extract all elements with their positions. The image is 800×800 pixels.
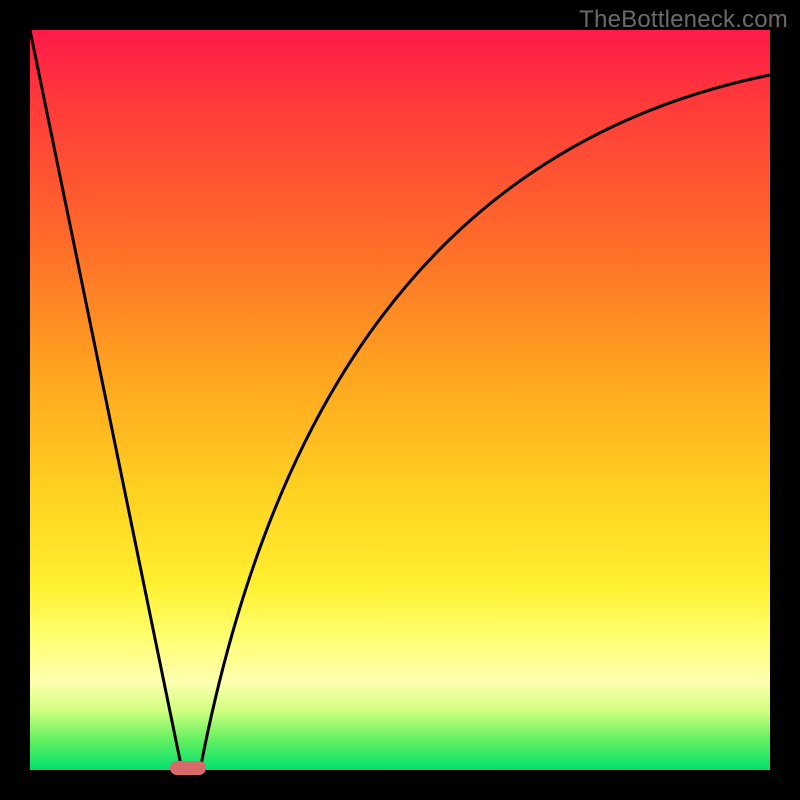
plot-area [30, 30, 770, 770]
watermark-text: TheBottleneck.com [579, 6, 788, 34]
curve-right-branch [200, 75, 770, 770]
curve-left-branch [30, 30, 182, 770]
bottleneck-marker [170, 761, 206, 775]
chart-frame: TheBottleneck.com [0, 0, 800, 800]
bottleneck-curve [30, 30, 770, 770]
